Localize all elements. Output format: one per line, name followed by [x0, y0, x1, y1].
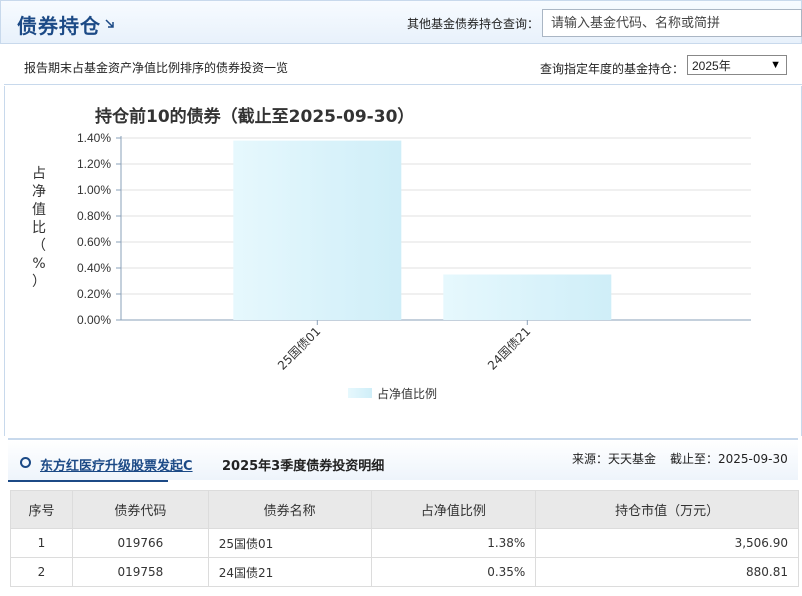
y-axis-label-char: 占	[32, 166, 46, 182]
subheader: 报告期末占基金资产净值比例排序的债券投资一览 查询指定年度的基金持仓： 2025…	[4, 47, 802, 85]
y-tick-label: 1.20%	[77, 157, 111, 171]
table-header-row: 序号 债券代码 债券名称 占净值比例 持仓市值（万元）	[10, 490, 799, 529]
detail-title: 2025年3季度债券投资明细	[222, 459, 385, 474]
y-axis-label-char: 值	[32, 202, 46, 218]
cell-name: 24国债21	[207, 557, 372, 587]
cell-market-value: 880.81	[535, 557, 799, 587]
chevron-down-icon: ▼	[770, 59, 781, 71]
bar	[233, 140, 402, 320]
source-text: 来源：天天基金	[572, 452, 657, 466]
y-tick-label: 1.40%	[77, 131, 111, 145]
holdings-table: 序号 债券代码 债券名称 占净值比例 持仓市值（万元） 1 019766 25国…	[10, 490, 799, 587]
detail-header: 东方红医疗升级股票发起C 2025年3季度债券投资明细 来源：天天基金 截止至：…	[8, 438, 798, 482]
cell-code: 019758	[71, 557, 209, 587]
y-tick-label: 1.00%	[77, 183, 111, 197]
col-header-ratio: 占净值比例	[370, 490, 537, 529]
y-tick-label: 0.40%	[77, 261, 111, 275]
x-tick-label: 24国债21	[485, 324, 533, 372]
bar-chart: 持仓前10的债券（截止至2025-09-30） 占净值比 （% ） 0.00% 0.20%…	[32, 106, 751, 401]
page-header: 债券持仓 其他基金债券持仓查询：	[0, 0, 802, 44]
cell-index: 2	[10, 557, 73, 587]
y-axis-label-char: ）	[32, 274, 46, 290]
chart-title: 持仓前10的债券（截止至2025-09-30）	[95, 106, 414, 127]
bullet-circle-icon	[20, 457, 31, 468]
y-axis-label-char: （	[32, 238, 46, 254]
fund-name-link[interactable]: 东方红医疗升级股票发起C	[40, 455, 193, 474]
fund-search-input[interactable]	[542, 9, 802, 37]
col-header-name: 债券名称	[207, 490, 372, 529]
as-of-date: 截止至：2025-09-30	[670, 452, 788, 466]
cell-ratio: 0.35%	[370, 557, 537, 587]
col-header-market-value: 持仓市值（万元）	[535, 490, 799, 529]
expand-arrow-icon[interactable]	[105, 19, 115, 29]
y-axis-label-char: %	[32, 256, 45, 272]
legend-swatch	[348, 388, 372, 398]
detail-panel: 东方红医疗升级股票发起C 2025年3季度债券投资明细 来源：天天基金 截止至：…	[8, 438, 799, 596]
year-select-value: 2025年	[692, 59, 731, 73]
col-header-code: 债券代码	[71, 490, 209, 529]
y-axis-label-char: 比	[32, 220, 46, 236]
cell-code: 019766	[71, 528, 209, 558]
y-tick-label: 0.80%	[77, 209, 111, 223]
holdings-chart: 持仓前10的债券（截止至2025-09-30） 占净值比 （% ） 0.00% 0.20%…	[4, 86, 802, 436]
y-tick-label: 0.60%	[77, 235, 111, 249]
y-tick-label: 0.00%	[77, 313, 111, 327]
cell-market-value: 3,506.90	[535, 528, 799, 558]
year-select[interactable]: 2025年 ▼	[687, 55, 787, 75]
cell-name: 25国债01	[207, 528, 372, 558]
y-tick-label: 0.20%	[77, 287, 111, 301]
cell-ratio: 1.38%	[370, 528, 537, 558]
table-row: 2 019758 24国债21 0.35% 880.81	[10, 557, 799, 587]
bar	[443, 274, 612, 320]
year-select-label: 查询指定年度的基金持仓：	[540, 62, 685, 76]
table-row: 1 019766 25国债01 1.38% 3,506.90	[10, 528, 799, 558]
y-axis-label-char: 净	[32, 184, 46, 200]
cell-index: 1	[10, 528, 73, 558]
legend-label: 占净值比例	[377, 386, 437, 401]
col-header-index: 序号	[10, 490, 73, 529]
subheader-description: 报告期末占基金资产净值比例排序的债券投资一览	[24, 61, 289, 75]
search-label: 其他基金债券持仓查询：	[407, 17, 540, 31]
x-tick-label: 25国债01	[275, 324, 323, 372]
page-title: 债券持仓	[17, 14, 101, 38]
tab-underline	[8, 480, 168, 482]
